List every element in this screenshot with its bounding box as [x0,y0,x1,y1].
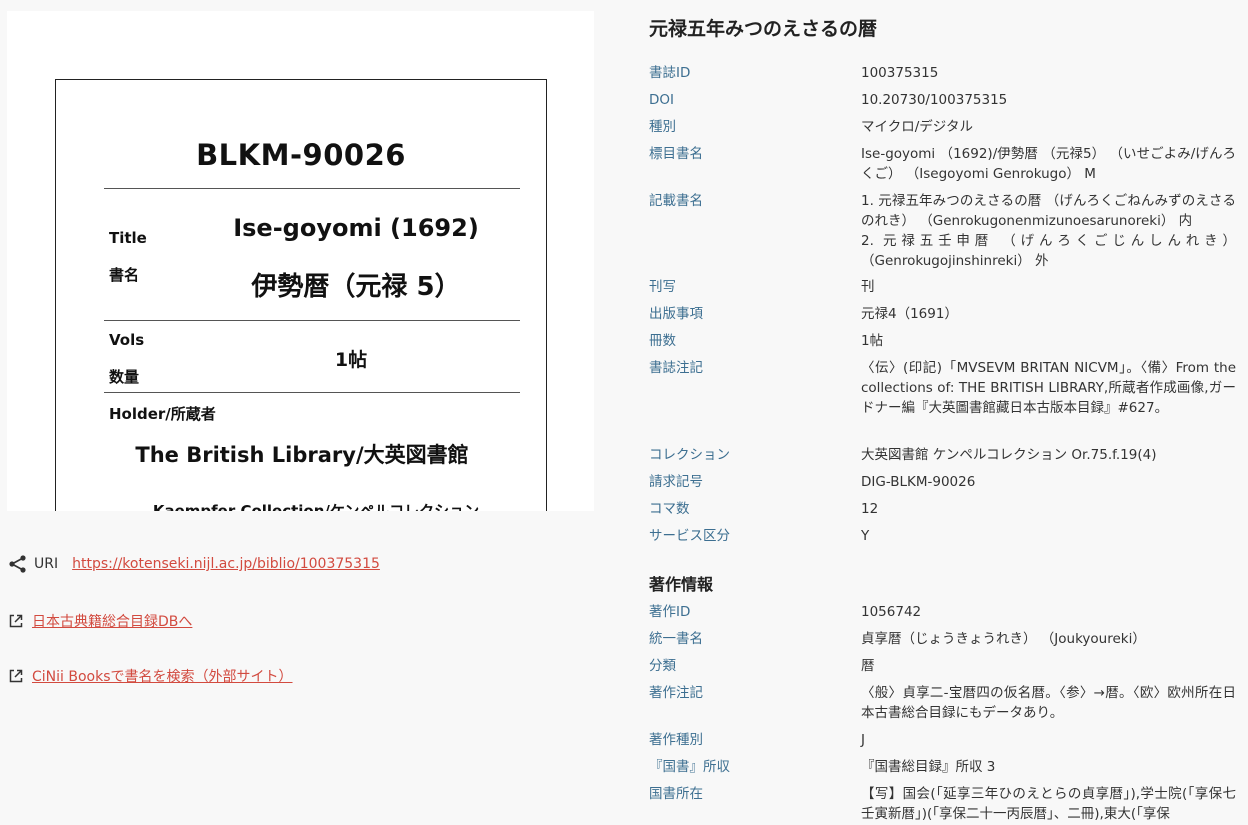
card-divider [104,320,520,321]
card-vols-label: Vols [109,331,145,349]
meta-row: コマ数 12 [649,499,1239,519]
meta-row: 書誌注記 〈伝〉(印記)「MVSEVM BRITAN NICVM」。〈備〉From… [649,358,1239,418]
meta-value: 大英図書館 ケンペルコレクション Or.75.f.19(4) [861,447,1157,463]
meta-row: 国書所在 【写】国会(「延享三年ひのえとらの貞享暦」),学士院(「享保七壬寅新暦」… [649,784,1239,824]
meta-row: 請求記号 DIG-BLKM-90026 [649,472,1239,492]
meta-key: 著作注記 [649,685,703,701]
card-suryo-label: 数量 [109,368,140,386]
uri-label: URI [34,556,59,572]
meta-key: 統一書名 [649,631,703,647]
meta-row: 標目書名 Ise-goyomi （1692)/伊勢暦 （元禄5） （いせごよみ/げ… [649,144,1239,184]
cover-thumbnail[interactable]: BLKM-90026 Title Ise-goyomi (1692) 書名 伊勢… [7,11,594,511]
meta-key: 書誌注記 [649,360,703,376]
meta-row: 著作注記 〈般〉貞享二-宝暦四の仮名暦。〈参〉→暦。〈欧〉欧州所在日本古書総合目録… [649,683,1239,723]
meta-value: 1帖 [861,333,884,349]
meta-key: コマ数 [649,501,690,517]
meta-value: Y [861,528,870,544]
card-shomei-value: 伊勢暦（元禄 5） [251,272,461,302]
uri-link[interactable]: https://kotenseki.nijl.ac.jp/biblio/1003… [72,556,380,572]
meta-value: 貞享暦（じょうきょうれき） （Joukyoureki） [861,631,1146,647]
meta-value: 【写】国会(「延享三年ひのえとらの貞享暦」),学士院(「享保七壬寅新暦」)(「享… [861,786,1236,822]
card-holder-value: The British Library/大英図書館 [135,443,469,467]
catalog-card: BLKM-90026 Title Ise-goyomi (1692) 書名 伊勢… [55,79,547,511]
meta-key: 著作種別 [649,732,703,748]
card-title-value: Ise-goyomi (1692) [233,214,479,242]
meta-key: 出版事項 [649,306,703,322]
meta-row: サービス区分 Y [649,526,1239,546]
meta-key: 種別 [649,119,676,135]
meta-value: 『国書総目録』所収 3 [861,759,996,775]
meta-value: マイクロ/デジタル [861,119,974,135]
external-link-icon [8,613,24,629]
meta-row: 著作種別 J [649,730,1239,750]
meta-value: 12 [861,501,879,517]
meta-value: 刊 [861,279,875,295]
meta-value: 10.20730/100375315 [861,92,1008,108]
meta-value: DIG-BLKM-90026 [861,474,976,490]
share-icon[interactable] [8,554,28,574]
meta-row: 出版事項 元禄4（1691） [649,304,1239,324]
card-vols-value: 1帖 [334,349,368,371]
meta-key: 請求記号 [649,474,703,490]
meta-key: 国書所在 [649,786,703,802]
meta-row: 著作ID 1056742 [649,602,1239,622]
db-link[interactable]: 日本古典籍総合目録DBへ [32,611,192,631]
meta-key: 『国書』所収 [649,759,730,775]
uri-row: URI https://kotenseki.nijl.ac.jp/biblio/… [8,554,380,574]
meta-key: サービス区分 [649,528,730,544]
card-divider [104,188,520,189]
page-title: 元禄五年みつのえさるの暦 [649,18,878,40]
cinii-link-row: CiNii Booksで書名を検索（外部サイト） [8,666,293,686]
meta-key: DOI [649,92,675,108]
cinii-link[interactable]: CiNii Booksで書名を検索（外部サイト） [32,666,293,686]
meta-value: Ise-goyomi （1692)/伊勢暦 （元禄5） （いせごよみ/げんろくご… [861,146,1236,182]
meta-key: 書誌ID [649,65,691,81]
card-shomei-label: 書名 [109,266,140,284]
meta-row: コレクション 大英図書館 ケンペルコレクション Or.75.f.19(4) [649,445,1239,465]
card-holder-label: Holder/所蔵者 [109,405,216,423]
meta-value: 暦 [861,658,875,674]
meta-row: 分類 暦 [649,656,1239,676]
meta-key: 著作ID [649,604,691,620]
card-title-label: Title [109,229,147,247]
meta-key: コレクション [649,447,730,463]
meta-value: 〈伝〉(印記)「MVSEVM BRITAN NICVM」。〈備〉From the… [861,360,1236,416]
meta-key: 冊数 [649,333,676,349]
meta-row: 『国書』所収 『国書総目録』所収 3 [649,757,1239,777]
meta-key: 刊写 [649,279,676,295]
meta-row: DOI 10.20730/100375315 [649,90,1239,110]
meta-value: 1056742 [861,604,922,620]
meta-key: 標目書名 [649,146,703,162]
section-title-work: 著作情報 [649,575,714,594]
meta-value: 〈般〉貞享二-宝暦四の仮名暦。〈参〉→暦。〈欧〉欧州所在日本古書総合目録にもデー… [861,685,1236,721]
db-link-row: 日本古典籍総合目録DBへ [8,611,192,631]
meta-value: 元禄4（1691） [861,306,958,322]
meta-row: 種別 マイクロ/デジタル [649,117,1239,137]
meta-row: 記載書名 1. 元禄五年みつのえさるの暦 （げんろくごねんみずのえさるのれき） （… [649,191,1239,271]
card-divider [104,392,520,393]
meta-key: 分類 [649,658,676,674]
external-link-icon [8,668,24,684]
meta-value: J [861,732,865,748]
meta-row: 統一書名 貞享暦（じょうきょうれき） （Joukyoureki） [649,629,1239,649]
meta-row: 書誌ID 100375315 [649,63,1239,83]
meta-key: 記載書名 [649,193,703,209]
meta-value: 1. 元禄五年みつのえさるの暦 （げんろくごねんみずのえさるのれき） （Genr… [861,193,1236,269]
card-code: BLKM-90026 [196,138,406,172]
card-collection: Kaempfer Collection/ケンペルコレクション [152,502,480,511]
meta-row: 刊写 刊 [649,277,1239,297]
meta-value: 100375315 [861,65,939,81]
meta-row: 冊数 1帖 [649,331,1239,351]
